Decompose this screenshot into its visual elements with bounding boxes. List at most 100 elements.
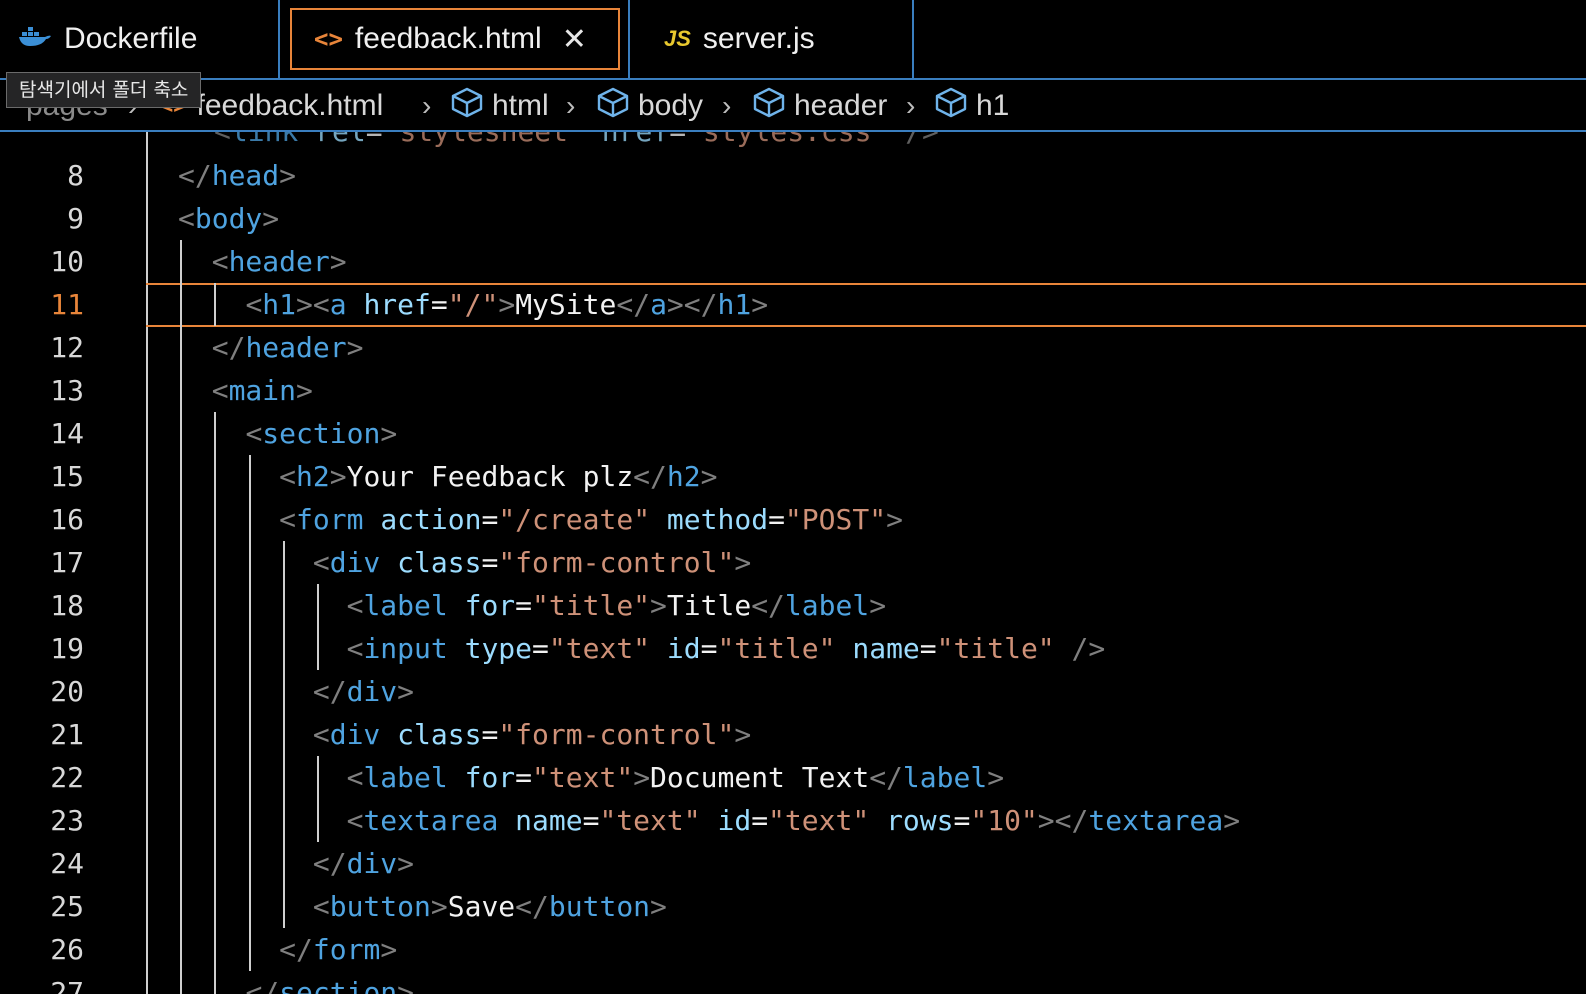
indent-guide [248, 627, 251, 670]
indent-guide [180, 283, 182, 326]
code-text: <div class="form-control"> [312, 546, 752, 579]
indent-guide [180, 842, 182, 885]
indent-guide [214, 842, 217, 885]
code-text: <h1><a href="/">MySite</a></h1> [245, 288, 769, 321]
breadcrumb-item-html[interactable]: html [450, 86, 549, 126]
breadcrumb-item-h1[interactable]: h1 [934, 87, 1009, 124]
code-line[interactable]: 21 <div class="form-control"> [0, 713, 1586, 756]
indent-guide [180, 756, 182, 799]
tab-dockerfile[interactable]: Dockerfile [0, 0, 278, 78]
code-line[interactable]: 20 </div> [0, 670, 1586, 713]
tab-server-js[interactable]: JS server.js [632, 0, 912, 78]
js-icon: JS [664, 26, 691, 51]
indent-guide [282, 885, 285, 928]
indent-guide [180, 799, 182, 842]
indent-guide [180, 412, 182, 455]
indent-guide [214, 971, 217, 994]
tab-feedback-html[interactable]: <> feedback.html ✕ [290, 8, 620, 70]
code-line[interactable]: 14 <section> [0, 412, 1586, 455]
indent-guide [317, 799, 320, 842]
code-line[interactable]: 12 </header> [0, 326, 1586, 369]
line-number: 13 [50, 374, 84, 407]
code-line[interactable]: 26 </form> [0, 928, 1586, 971]
code-line[interactable]: 24 </div> [0, 842, 1586, 885]
indent-guide [248, 928, 251, 971]
code-line[interactable]: 22 <label for="text">Document Text</labe… [0, 756, 1586, 799]
code-line[interactable]: 17 <div class="form-control"> [0, 541, 1586, 584]
line-number: 25 [50, 890, 84, 923]
indent-guide [282, 713, 285, 756]
tab-bar: Dockerfile <> feedback.html ✕ JS server.… [0, 0, 1586, 80]
code-line[interactable]: 19 <input type="text" id="title" name="t… [0, 627, 1586, 670]
indent-guide [248, 541, 251, 584]
breadcrumb-item-header[interactable]: header [752, 86, 887, 126]
code-text: <section> [245, 417, 398, 450]
indent-guide [180, 455, 182, 498]
chevron-right-icon: › [566, 90, 576, 121]
indent-guide [214, 541, 217, 584]
line-number: 18 [50, 589, 84, 622]
indent-guide [214, 584, 217, 627]
indent-guide [248, 842, 251, 885]
indent-guide [317, 584, 320, 627]
indent-guide [214, 498, 217, 541]
indent-guide [214, 713, 217, 756]
indent-guide [214, 283, 217, 326]
indent-guide [214, 756, 217, 799]
indent-guide [214, 627, 217, 670]
indent-guide [282, 627, 285, 670]
close-icon[interactable]: ✕ [562, 22, 587, 57]
code-line[interactable]: 8 </head> [0, 154, 1586, 197]
breadcrumb-item-body[interactable]: body [596, 87, 703, 124]
indent-guide [214, 799, 217, 842]
line-number: 17 [50, 546, 84, 579]
docker-icon [18, 22, 52, 56]
code-line[interactable]: 23 <textarea name="text" id="text" rows=… [0, 799, 1586, 842]
code-line[interactable]: 10 <header> [0, 240, 1586, 283]
code-line[interactable]: 13 <main> [0, 369, 1586, 412]
code-line[interactable]: 9 <body> [0, 197, 1586, 240]
chevron-right-icon: › [722, 90, 732, 121]
tab-separator [278, 0, 280, 80]
indent-guide [282, 756, 285, 799]
tab-label: Dockerfile [64, 22, 198, 55]
tab-label: server.js [702, 22, 815, 55]
line-number: 23 [50, 804, 84, 837]
indent-guide [214, 885, 217, 928]
code-line[interactable]: 18 <label for="title">Title</label> [0, 584, 1586, 627]
cube-icon [752, 86, 794, 126]
indent-guide [180, 670, 182, 713]
indent-guide [248, 670, 251, 713]
cube-icon [450, 86, 492, 126]
code-line[interactable]: 15 <h2>Your Feedback plz</h2> [0, 455, 1586, 498]
code-line[interactable]: 16 <form action="/create" method="POST"> [0, 498, 1586, 541]
code-line[interactable]: 11 <h1><a href="/">MySite</a></h1> [0, 283, 1586, 326]
line-number: 21 [50, 718, 84, 751]
line-number: 14 [50, 417, 84, 450]
indent-guide [282, 799, 285, 842]
code-editor[interactable]: <link rel="stylesheet" href="styles.css"… [0, 132, 1586, 994]
indent-guide [180, 971, 182, 994]
indent-guide [180, 885, 182, 928]
code-line[interactable]: 25 <button>Save</button> [0, 885, 1586, 928]
indent-guide [180, 713, 182, 756]
indent-guide [282, 584, 285, 627]
chevron-right-icon: › [422, 90, 432, 121]
code-line-partial[interactable]: <link rel="stylesheet" href="styles.css"… [214, 132, 939, 153]
indent-guide [214, 928, 217, 971]
line-number: 9 [67, 202, 84, 235]
indent-guide [248, 756, 251, 799]
indent-guide [180, 928, 182, 971]
indent-guide [282, 670, 285, 713]
chevron-right-icon: › [906, 90, 916, 121]
indent-guide [180, 326, 182, 369]
line-number: 20 [50, 675, 84, 708]
code-text: <textarea name="text" id="text" rows="10… [346, 804, 1241, 837]
line-number: 15 [50, 460, 84, 493]
code-line[interactable]: 27 </section> [0, 971, 1586, 994]
indent-guide [180, 584, 182, 627]
tab-separator [628, 0, 630, 80]
line-number: 11 [50, 288, 84, 321]
indent-guide [317, 627, 320, 670]
line-number: 24 [50, 847, 84, 880]
